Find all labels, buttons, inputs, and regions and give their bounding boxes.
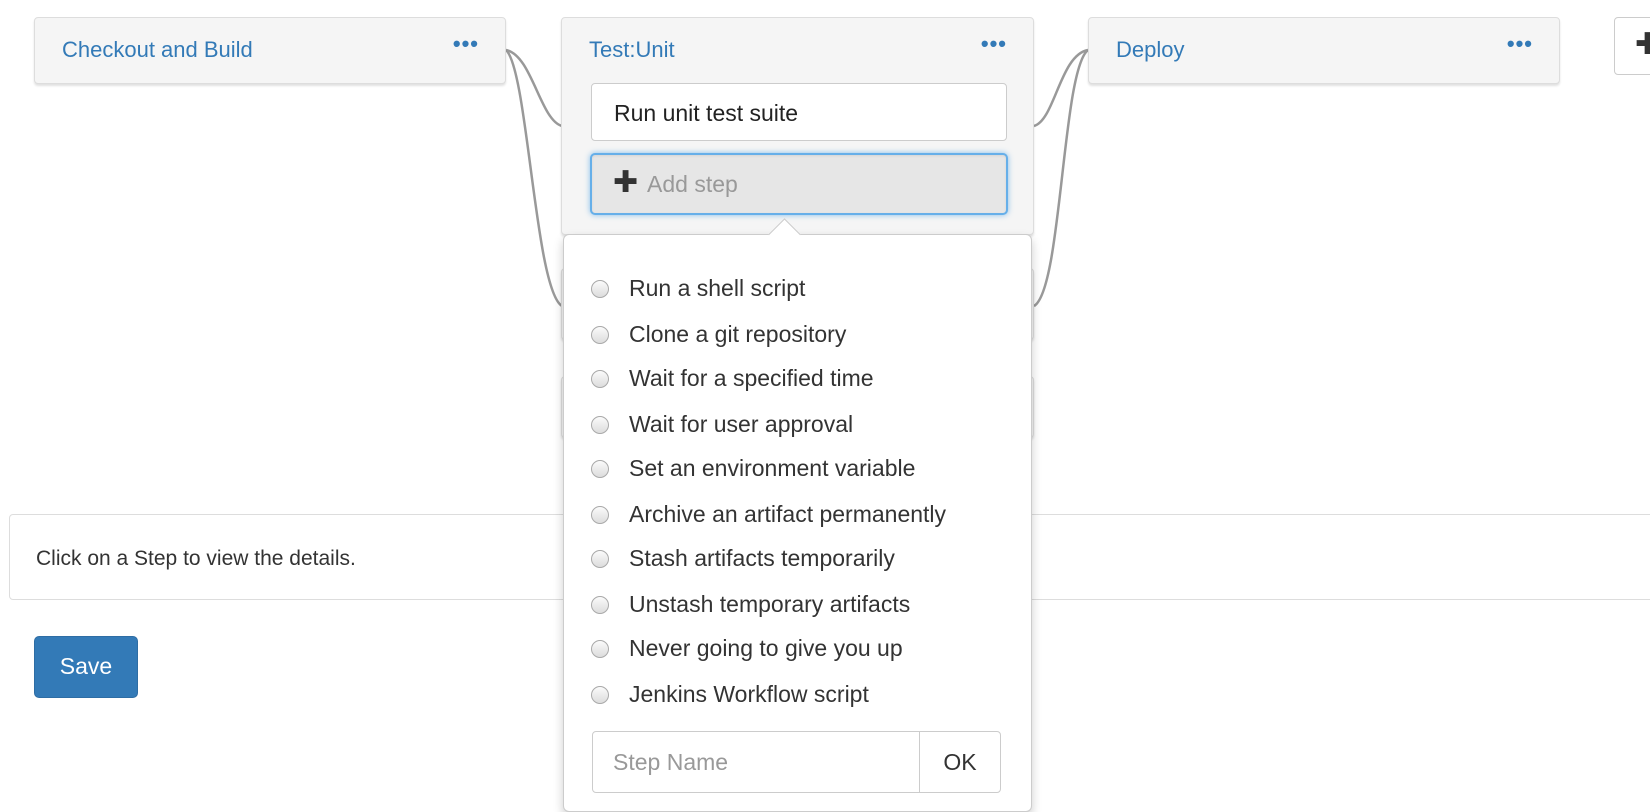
radio-button[interactable]	[591, 370, 609, 388]
step-item[interactable]: Run unit test suite	[591, 83, 1007, 141]
stage-title[interactable]: Deploy	[1116, 37, 1184, 63]
details-message: Click on a Step to view the details.	[36, 547, 356, 570]
connector-line	[1033, 49, 1089, 308]
add-step-label: Add step	[647, 171, 738, 197]
add-stage-button[interactable]: ✚	[1614, 17, 1650, 75]
step-type-label: Run a shell script	[629, 275, 806, 301]
stage-checkout-and-build[interactable]: Checkout and Build •••	[34, 17, 506, 84]
radio-button[interactable]	[591, 460, 609, 478]
connector-line	[505, 48, 563, 128]
step-type-label: Unstash temporary artifacts	[629, 591, 911, 617]
step-type-label: Clone a git repository	[629, 321, 847, 347]
radio-button[interactable]	[591, 550, 609, 568]
step-type-label: Wait for user approval	[629, 411, 854, 437]
step-type-label: Stash artifacts temporarily	[629, 545, 895, 571]
connector-line	[505, 49, 563, 308]
plus-icon: ✚	[1635, 28, 1650, 61]
save-button[interactable]: Save	[34, 636, 138, 698]
ok-button[interactable]: OK	[919, 731, 1001, 793]
step-name-input-group: OK	[592, 731, 1002, 793]
stage-title[interactable]: Test:Unit	[589, 37, 675, 63]
radio-button[interactable]	[591, 596, 609, 614]
stage-menu-icon[interactable]: •••	[453, 33, 479, 55]
pipeline-editor: Checkout and Build ••• Test:Unit ••• Run…	[0, 0, 1650, 812]
stage-test-unit[interactable]: Test:Unit ••• Run unit test suite ✚ Add …	[561, 17, 1034, 235]
stage-menu-icon[interactable]: •••	[981, 33, 1007, 55]
stage-title[interactable]: Checkout and Build	[62, 37, 253, 63]
radio-button[interactable]	[591, 416, 609, 434]
stage-deploy[interactable]: Deploy •••	[1088, 17, 1560, 84]
add-step-popover: Run a shell script Clone a git repositor…	[563, 218, 1032, 812]
stage-menu-icon[interactable]: •••	[1507, 33, 1533, 55]
plus-icon: ✚	[613, 166, 639, 199]
step-label: Run unit test suite	[614, 100, 799, 126]
step-type-label: Archive an artifact permanently	[629, 501, 947, 527]
radio-button[interactable]	[591, 686, 609, 704]
radio-button[interactable]	[591, 326, 609, 344]
step-type-label: Set an environment variable	[629, 455, 916, 481]
step-name-input[interactable]	[592, 731, 920, 793]
radio-button[interactable]	[591, 506, 609, 524]
radio-button[interactable]	[591, 640, 609, 658]
step-type-label: Never going to give you up	[629, 635, 903, 661]
step-type-label: Wait for a specified time	[629, 365, 874, 391]
radio-button[interactable]	[591, 280, 609, 298]
add-step-button[interactable]: ✚ Add step	[590, 153, 1008, 215]
step-type-label: Jenkins Workflow script	[629, 681, 869, 707]
